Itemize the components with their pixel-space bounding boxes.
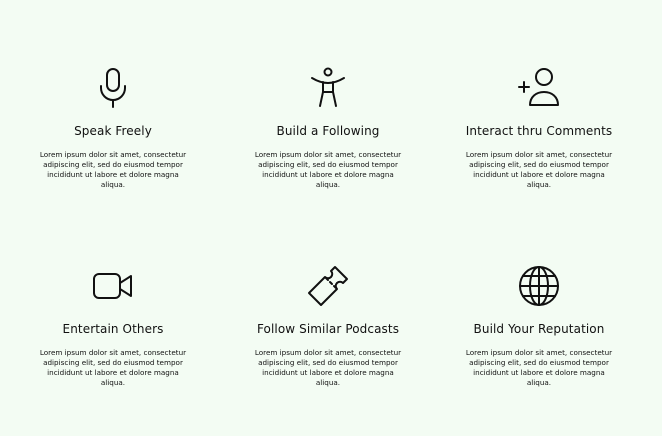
feature-description: Lorem ipsum dolor sit amet, consectetur … — [254, 150, 402, 189]
feature-description: Lorem ipsum dolor sit amet, consectetur … — [39, 348, 187, 387]
features-grid: Speak Freely Lorem ipsum dolor sit amet,… — [0, 0, 662, 436]
feature-speak-freely: Speak Freely Lorem ipsum dolor sit amet,… — [3, 66, 223, 190]
feature-title: Build a Following — [276, 124, 380, 138]
feature-description: Lorem ipsum dolor sit amet, consectetur … — [465, 348, 613, 387]
feature-build-your-reputation: Build Your Reputation Lorem ipsum dolor … — [429, 264, 649, 388]
feature-title: Speak Freely — [74, 124, 152, 138]
feature-entertain-others: Entertain Others Lorem ipsum dolor sit a… — [3, 264, 223, 388]
feature-title: Entertain Others — [62, 322, 164, 336]
globe-icon — [517, 264, 561, 308]
feature-build-a-following: Build a Following Lorem ipsum dolor sit … — [218, 66, 438, 190]
feature-description: Lorem ipsum dolor sit amet, consectetur … — [39, 150, 187, 189]
feature-description: Lorem ipsum dolor sit amet, consectetur … — [465, 150, 613, 189]
video-camera-icon — [91, 264, 135, 308]
feature-description: Lorem ipsum dolor sit amet, consectetur … — [254, 348, 402, 387]
feature-title: Interact thru Comments — [465, 124, 613, 138]
feature-interact-thru-comments: Interact thru Comments Lorem ipsum dolor… — [429, 66, 649, 190]
ticket-icon — [306, 264, 350, 308]
feature-title: Follow Similar Podcasts — [256, 322, 400, 336]
person-arms-raised-icon — [306, 66, 350, 110]
feature-follow-similar-podcasts: Follow Similar Podcasts Lorem ipsum dolo… — [218, 264, 438, 388]
microphone-icon — [91, 66, 135, 110]
feature-title: Build Your Reputation — [473, 322, 605, 336]
add-user-icon — [517, 66, 561, 110]
